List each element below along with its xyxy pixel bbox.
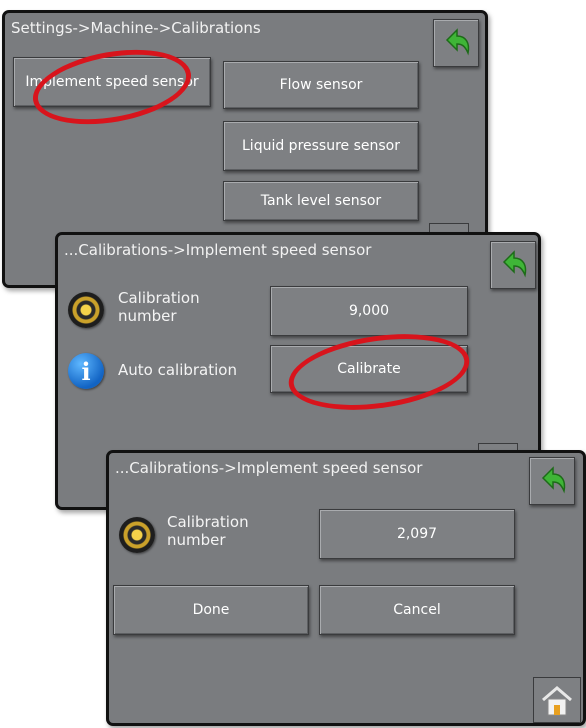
home-icon (542, 686, 572, 716)
info-icon: i (68, 353, 104, 389)
gauge-icon (68, 292, 104, 328)
back-button[interactable] (433, 19, 479, 67)
calibration-number-label: Calibration number (167, 513, 249, 549)
calibration-number-field[interactable]: 9,000 (270, 286, 468, 336)
cancel-button[interactable]: Cancel (319, 585, 515, 635)
back-arrow-icon (541, 466, 566, 494)
calibrate-button[interactable]: Calibrate (270, 345, 468, 393)
back-button[interactable] (490, 241, 536, 289)
implement-speed-sensor-button[interactable]: Implement speed sensor (13, 57, 211, 107)
calibration-number-field[interactable]: 2,097 (319, 509, 515, 559)
back-arrow-icon (445, 28, 470, 56)
back-arrow-icon (502, 250, 527, 278)
tank-level-sensor-button[interactable]: Tank level sensor (223, 181, 419, 221)
breadcrumb: ...Calibrations->Implement speed sensor (64, 241, 372, 259)
breadcrumb: ...Calibrations->Implement speed sensor (115, 459, 423, 477)
breadcrumb: Settings->Machine->Calibrations (11, 19, 261, 37)
gauge-icon (119, 517, 155, 553)
flow-sensor-button[interactable]: Flow sensor (223, 61, 419, 109)
auto-calibration-label: Auto calibration (118, 361, 237, 379)
calibration-number-label: Calibration number (118, 289, 200, 325)
back-button[interactable] (529, 457, 575, 505)
liquid-pressure-sensor-button[interactable]: Liquid pressure sensor (223, 121, 419, 171)
done-button[interactable]: Done (113, 585, 309, 635)
home-button[interactable] (533, 677, 581, 723)
calibration-result-screen: ...Calibrations->Implement speed sensor … (106, 450, 586, 726)
